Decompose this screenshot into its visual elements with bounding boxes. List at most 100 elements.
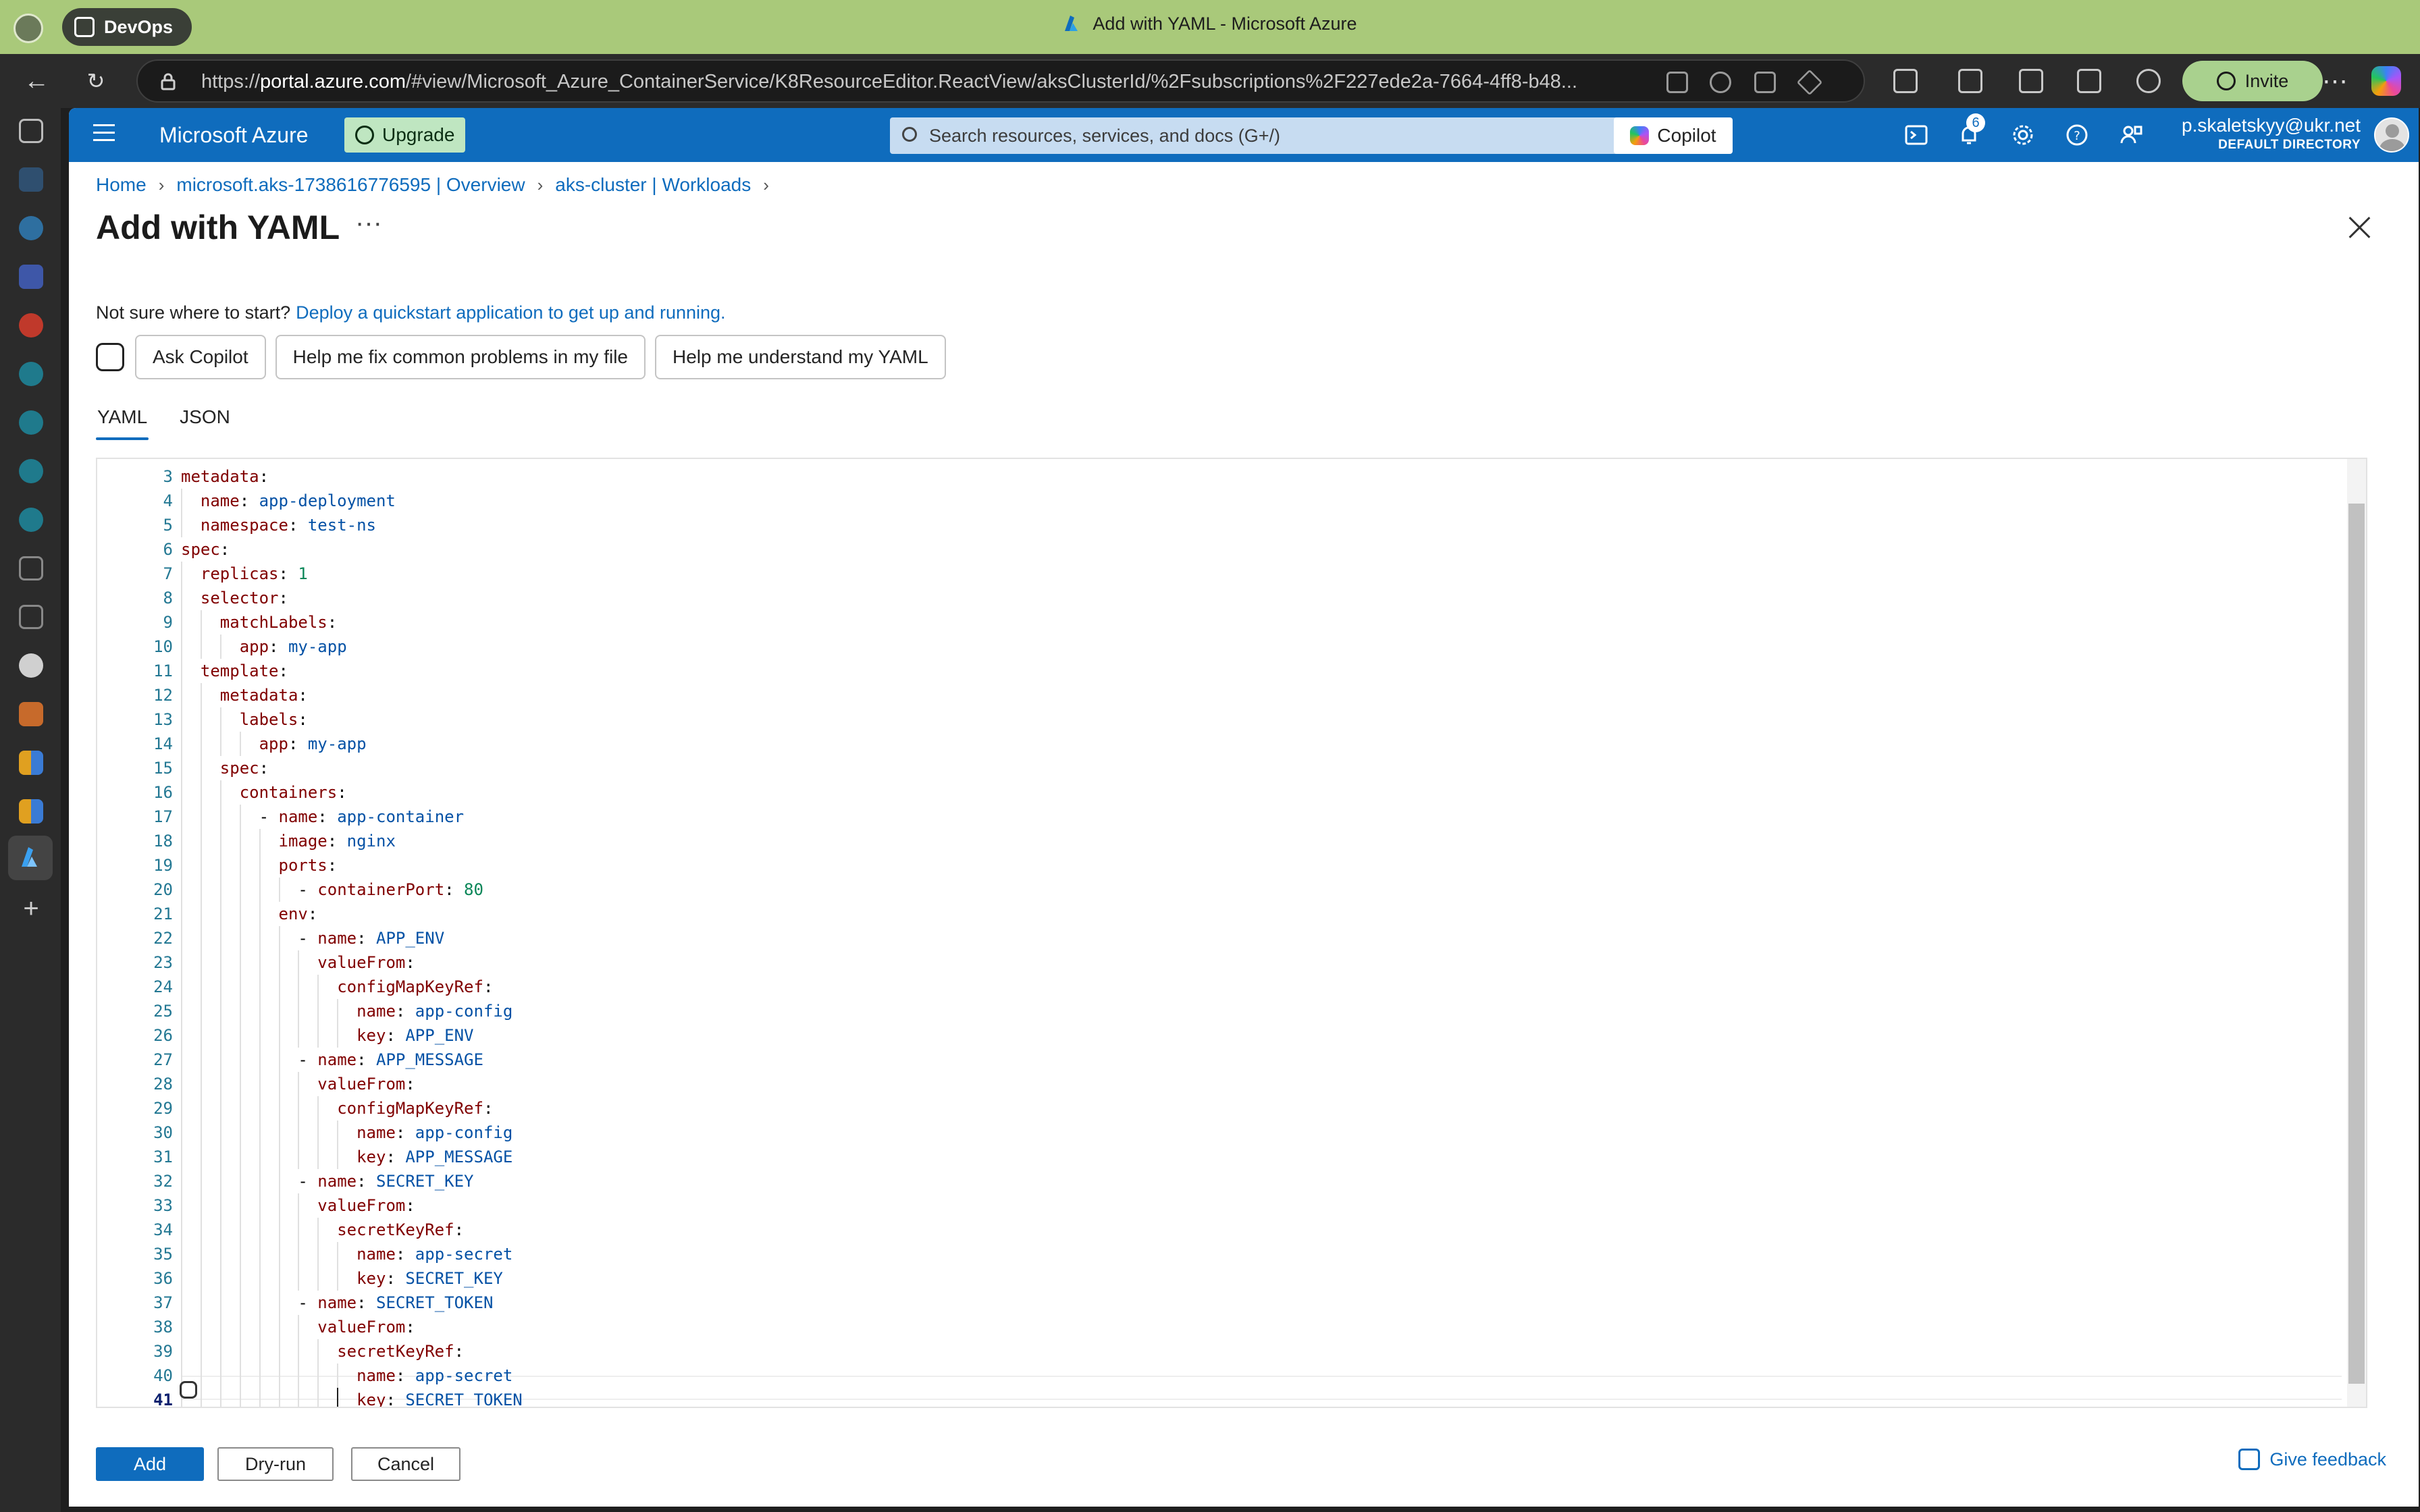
split-screen-icon[interactable] [1958,69,1982,93]
yaml-value: app-config [405,1002,513,1021]
indent-guide [317,1120,319,1145]
tab-favicon[interactable] [19,265,43,289]
give-feedback-link[interactable]: Give feedback [2238,1449,2386,1470]
indent-guide [219,1364,221,1388]
indent-guide [200,1388,202,1407]
tab-json[interactable]: JSON [178,400,232,440]
breadcrumb-overview[interactable]: microsoft.aks-1738616776595 | Overview [176,174,525,196]
new-tab-icon[interactable]: + [19,895,43,922]
quickstart-link[interactable]: Deploy a quickstart application to get u… [296,302,725,323]
edge-copilot-icon[interactable] [2371,66,2401,96]
yaml-key: replicas [200,564,279,583]
brand-name[interactable]: Microsoft Azure [159,123,309,148]
indent-guide [278,1096,280,1120]
help-icon[interactable]: ? [2065,123,2089,147]
code-line: name: app-config [357,1123,513,1142]
tab-favicon[interactable] [19,556,43,580]
scrollbar-thumb[interactable] [2348,504,2365,1384]
indent-guide [298,1388,300,1407]
upgrade-button[interactable]: Upgrade [344,117,466,153]
indent-guide [259,926,261,950]
global-search[interactable] [890,117,1662,154]
indent-guide [298,1072,300,1096]
editor-tabs: YAML JSON [96,400,261,440]
collections-icon[interactable] [2077,69,2101,93]
code-area[interactable]: metadata: name: app-deployment namespace: … [181,459,2328,1407]
search-input[interactable] [929,117,1645,154]
address-bar[interactable]: https://portal.azure.com/#view/Microsoft… [136,59,1865,103]
indent-guide [278,999,280,1023]
tab-favicon[interactable] [19,799,43,824]
indent-guide [200,683,202,707]
more-options-icon[interactable]: ··· [355,208,382,238]
indent-guide [219,780,221,805]
tab-favicon[interactable] [19,313,43,338]
hamburger-menu-icon[interactable] [93,124,115,146]
indent-guide [239,950,241,975]
tab-actions-icon[interactable] [19,119,43,143]
close-icon[interactable] [2348,216,2371,239]
github-icon[interactable] [19,653,43,678]
indent-guide [181,902,182,926]
indent-guide [239,926,241,950]
browser-essentials-icon[interactable] [2136,69,2161,93]
yaml-value: APP_MESSAGE [366,1050,483,1069]
avatar[interactable] [2374,117,2409,153]
indent-guide [200,1120,202,1145]
dry-run-button[interactable]: Dry-run [217,1447,334,1481]
tab-favicon[interactable] [19,362,43,386]
fix-problems-button[interactable]: Help me fix common problems in my file [275,335,646,379]
breadcrumb-workloads[interactable]: aks-cluster | Workloads [555,174,751,196]
vertical-scrollbar[interactable] [2347,459,2366,1407]
ask-copilot-button[interactable]: Ask Copilot [135,335,266,379]
indent-guide [181,1145,182,1169]
indent-guide [200,1072,202,1096]
notification-count-badge: 6 [1966,113,1985,132]
favorites-icon[interactable] [2019,69,2043,93]
favorite-star-icon[interactable] [1796,69,1823,96]
code-line: app: my-app [259,734,367,753]
tab-favicon[interactable] [19,508,43,532]
indent-guide [181,586,182,610]
yaml-value: 1 [288,564,308,583]
copilot-button[interactable]: Copilot [1614,117,1733,154]
code-line: secretKeyRef: [337,1342,465,1361]
translate-icon[interactable] [1754,72,1776,93]
indent-guide [181,975,182,999]
yaml-editor[interactable]: 3 4 5 6 7 8 9 10 11 12 13 14 15 16 17 18 19 20 21 22 23 24 25 2… [96,458,2367,1408]
cancel-button[interactable]: Cancel [351,1447,461,1481]
add-button[interactable]: Add [96,1447,204,1481]
account-menu[interactable]: p.skaletskyy@ukr.net DEFAULT DIRECTORY [2182,115,2361,153]
tab-favicon[interactable] [19,459,43,483]
extensions-icon[interactable] [1893,69,1918,93]
indent-guide [181,829,182,853]
tab-favicon[interactable] [19,702,43,726]
tab-favicon[interactable] [19,410,43,435]
tab-yaml[interactable]: YAML [96,400,149,440]
breadcrumb-home[interactable]: Home [96,174,147,196]
indent-guide [239,999,241,1023]
feedback-icon[interactable] [2119,123,2143,147]
settings-gear-icon[interactable] [2011,123,2035,147]
line-number: 6 [163,540,173,559]
tab-favicon[interactable] [19,167,43,192]
app-available-icon[interactable] [1666,72,1688,93]
browser-more-icon[interactable]: ⋯ [2315,66,2355,97]
cloud-shell-icon[interactable] [1904,123,1928,147]
tab-favicon[interactable] [19,216,43,240]
indent-guide [278,1218,280,1242]
back-icon[interactable]: ← [19,63,54,99]
indent-guide [239,1291,241,1315]
invite-button[interactable]: Invite [2182,61,2323,101]
indent-guide [181,659,182,683]
indent-guide [278,1291,280,1315]
indent-guide [317,1364,319,1388]
tab-favicon[interactable] [19,605,43,629]
tab-favicon[interactable] [19,751,43,775]
copilot-lightbulb-icon[interactable] [180,1381,197,1399]
indent-guide [239,1218,241,1242]
refresh-icon[interactable]: ↻ [78,63,113,99]
indent-guide [239,1072,241,1096]
read-aloud-icon[interactable] [1710,72,1731,93]
understand-yaml-button[interactable]: Help me understand my YAML [655,335,946,379]
